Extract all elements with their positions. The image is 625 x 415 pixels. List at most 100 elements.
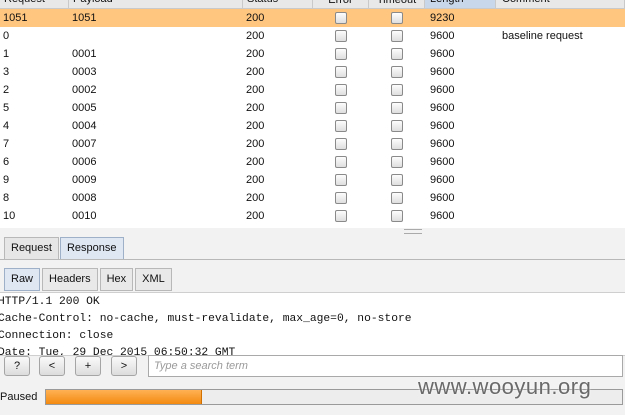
error-checkbox[interactable]	[335, 156, 347, 168]
payload-cell: 0010	[72, 210, 97, 222]
error-checkbox[interactable]	[335, 138, 347, 150]
request-cell: 5	[3, 102, 10, 114]
timeout-checkbox[interactable]	[391, 156, 403, 168]
table-row[interactable]: 9 0009 200 9600	[0, 171, 625, 189]
timeout-cell	[369, 189, 425, 207]
error-checkbox[interactable]	[335, 102, 347, 114]
help-button[interactable]: ?	[4, 356, 30, 376]
error-checkbox[interactable]	[335, 30, 347, 42]
column-comment[interactable]: Comment	[496, 0, 625, 8]
table-row[interactable]: 7 0007 200 9600	[0, 135, 625, 153]
timeout-checkbox[interactable]	[391, 66, 403, 78]
tab-response[interactable]: Response	[59, 237, 124, 259]
error-checkbox[interactable]	[335, 192, 347, 204]
timeout-cell	[369, 135, 425, 153]
timeout-checkbox[interactable]	[391, 138, 403, 150]
status-cell: 200	[246, 48, 265, 60]
column-error[interactable]: Error	[313, 0, 369, 8]
timeout-checkbox[interactable]	[391, 12, 403, 24]
tab-panel-border	[0, 259, 625, 260]
error-cell	[313, 135, 369, 153]
request-cell: 8	[3, 192, 10, 204]
table-row[interactable]: 2 0002 200 9600	[0, 81, 625, 99]
error-checkbox[interactable]	[335, 210, 347, 222]
request-cell: 10	[3, 210, 16, 222]
tab-raw[interactable]: Raw	[4, 268, 41, 291]
table-row[interactable]: 8 0008 200 9600	[0, 189, 625, 207]
error-checkbox[interactable]	[335, 174, 347, 186]
table-row[interactable]: 1 0001 200 9600	[0, 45, 625, 63]
error-cell	[313, 9, 369, 27]
timeout-cell	[369, 117, 425, 135]
timeout-cell	[369, 81, 425, 99]
previous-match-button[interactable]: <	[39, 356, 65, 376]
timeout-cell	[369, 63, 425, 81]
progress-fill	[46, 390, 202, 404]
error-checkbox[interactable]	[335, 66, 347, 78]
column-timeout[interactable]: Timeout	[369, 0, 425, 8]
table-row[interactable]: 6 0006 200 9600	[0, 153, 625, 171]
format-tabs: Raw Headers Hex XML	[4, 268, 174, 291]
table-row[interactable]: 4 0004 200 9600	[0, 117, 625, 135]
status-cell: 200	[246, 12, 265, 24]
length-cell: 9600	[430, 174, 455, 186]
error-cell	[313, 117, 369, 135]
timeout-checkbox[interactable]	[391, 210, 403, 222]
next-match-button[interactable]: >	[111, 356, 137, 376]
timeout-cell	[369, 9, 425, 27]
tab-request[interactable]: Request	[4, 237, 59, 259]
timeout-cell	[369, 207, 425, 225]
response-line: Cache-Control: no-cache, must-revalidate…	[0, 313, 412, 325]
error-checkbox[interactable]	[335, 48, 347, 60]
error-checkbox[interactable]	[335, 12, 347, 24]
length-cell: 9600	[430, 48, 455, 60]
payload-cell: 0004	[72, 120, 97, 132]
timeout-checkbox[interactable]	[391, 120, 403, 132]
comment-cell	[496, 135, 625, 153]
comment-cell	[496, 9, 625, 27]
table-row[interactable]: 10 0010 200 9600	[0, 207, 625, 225]
table-row[interactable]: 0 200 9600 baseline request	[0, 27, 625, 45]
length-cell: 9600	[430, 120, 455, 132]
request-cell: 0	[3, 30, 10, 42]
error-checkbox[interactable]	[335, 84, 347, 96]
comment-cell	[496, 63, 625, 81]
column-length[interactable]: Length	[425, 0, 496, 8]
column-request[interactable]: Request	[0, 0, 69, 8]
response-line: Connection: close	[0, 330, 114, 342]
error-checkbox[interactable]	[335, 120, 347, 132]
response-text-area[interactable]: HTTP/1.1 200 OK Cache-Control: no-cache,…	[0, 292, 625, 356]
column-payload[interactable]: Payload	[69, 0, 243, 8]
timeout-checkbox[interactable]	[391, 192, 403, 204]
column-status[interactable]: Status	[243, 0, 313, 8]
timeout-checkbox[interactable]	[391, 174, 403, 186]
table-row[interactable]: 1051 1051 200 9230	[0, 9, 625, 27]
tab-headers[interactable]: Headers	[42, 268, 98, 291]
add-button[interactable]: +	[75, 356, 101, 376]
timeout-checkbox[interactable]	[391, 84, 403, 96]
payload-cell: 0006	[72, 156, 97, 168]
error-cell	[313, 189, 369, 207]
request-cell: 6	[3, 156, 10, 168]
timeout-checkbox[interactable]	[391, 30, 403, 42]
timeout-checkbox[interactable]	[391, 102, 403, 114]
payload-cell: 0002	[72, 84, 97, 96]
length-cell: 9600	[430, 192, 455, 204]
table-row[interactable]: 3 0003 200 9600	[0, 63, 625, 81]
payload-cell: 0003	[72, 66, 97, 78]
status-cell: 200	[246, 30, 265, 42]
response-line: HTTP/1.1 200 OK	[0, 296, 100, 308]
timeout-checkbox[interactable]	[391, 48, 403, 60]
timeout-cell	[369, 99, 425, 117]
request-cell: 1	[3, 48, 10, 60]
comment-cell: baseline request	[502, 30, 583, 42]
tab-xml[interactable]: XML	[135, 268, 172, 291]
length-cell: 9600	[430, 84, 455, 96]
status-label: Paused	[0, 391, 38, 403]
status-cell: 200	[246, 174, 265, 186]
request-cell: 4	[3, 120, 10, 132]
table-row[interactable]: 5 0005 200 9600	[0, 99, 625, 117]
split-pane-handle[interactable]	[404, 229, 422, 234]
length-cell: 9600	[430, 30, 455, 42]
tab-hex[interactable]: Hex	[99, 268, 134, 291]
